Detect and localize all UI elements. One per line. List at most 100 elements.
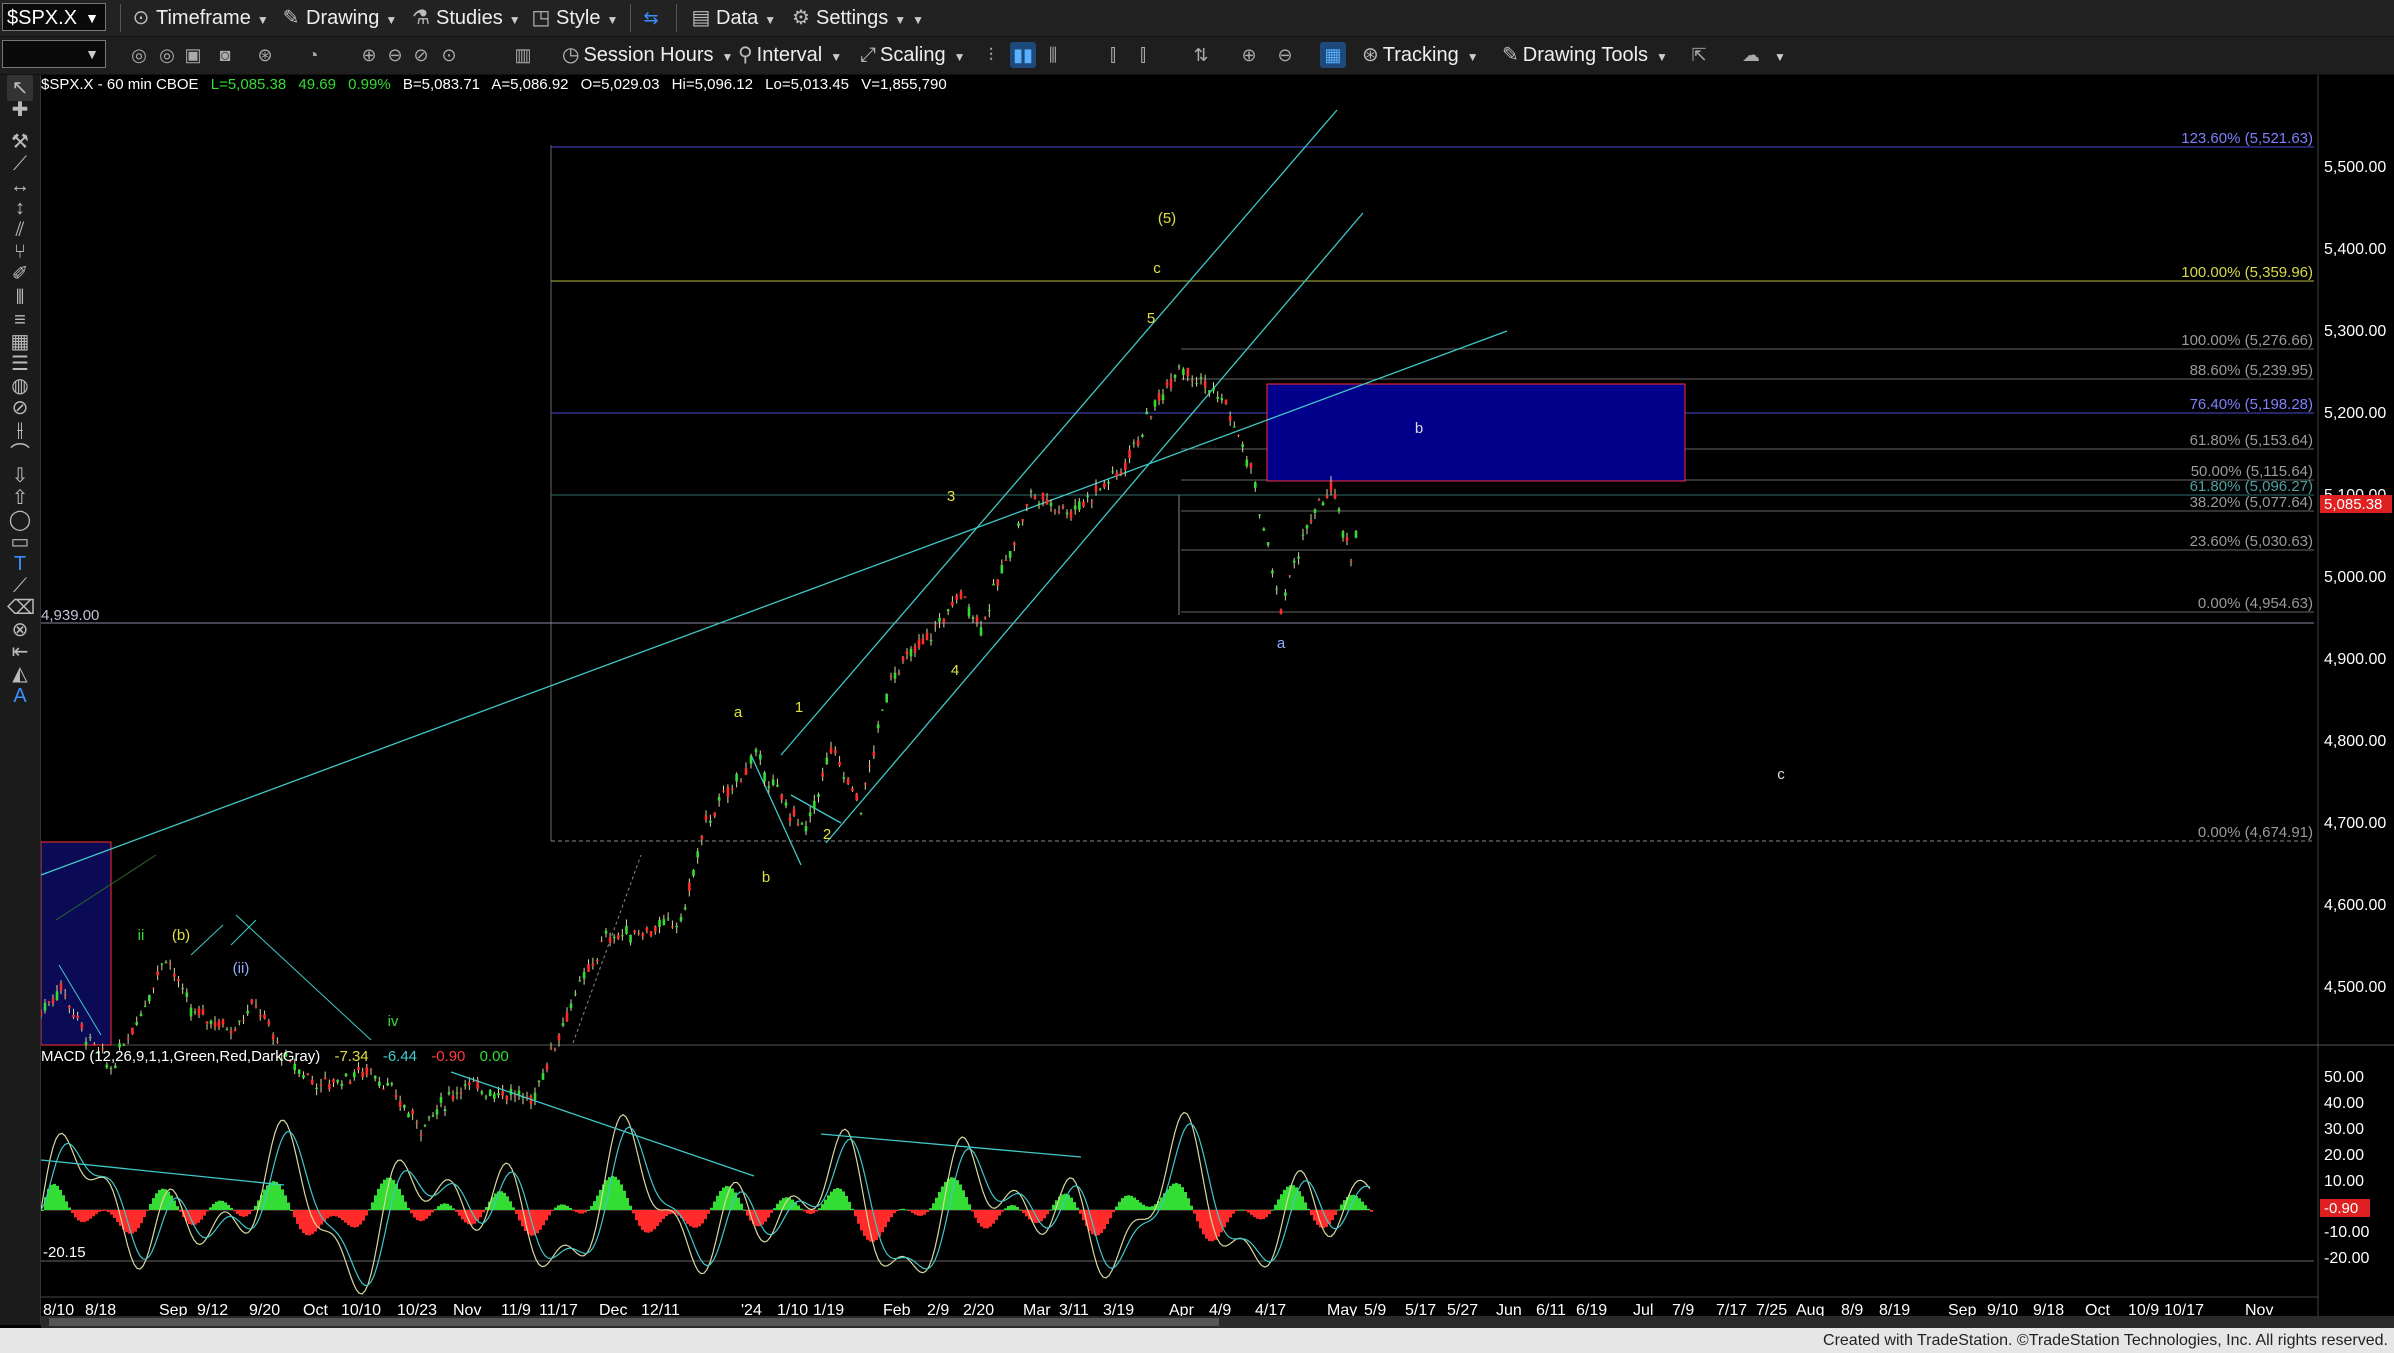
candle-body (407, 1113, 410, 1118)
macd-histogram-bar (1202, 1210, 1205, 1235)
macd-histogram-bar (932, 1203, 935, 1210)
macd-histogram-bar (422, 1210, 425, 1221)
bars-icon[interactable]: ⫿ (1130, 42, 1156, 68)
candle-body (246, 1010, 249, 1014)
candle-body (859, 812, 863, 815)
macd-histogram-bar (1043, 1210, 1046, 1219)
candle-body (1037, 503, 1041, 505)
candlestick-icon[interactable]: ▮▮ (1010, 42, 1036, 68)
layout-icon[interactable]: ⇅ (1188, 42, 1214, 68)
chevron-down-icon[interactable]: ▼ (85, 4, 99, 32)
macd-histogram-bar (1199, 1210, 1202, 1229)
menu-settings[interactable]: ⚙ Settings ▼ ▼ (790, 0, 924, 36)
macd-histogram-bar (1010, 1205, 1013, 1210)
macd-histogram-bar (860, 1210, 863, 1231)
session-hours-menu[interactable]: ◷ Session Hours ▼ (562, 37, 733, 74)
gauge-icon[interactable]: ◔ (300, 42, 326, 68)
price-chart[interactable]: $SPX.X - 60 min CBOE L=5,085.38 49.69 0.… (41, 75, 2394, 1316)
camera-icon[interactable]: ◙ (212, 42, 238, 68)
zoom-icon[interactable]: ⊖ (382, 42, 408, 68)
header-last: L=5,085.38 (211, 76, 287, 93)
symbol-input[interactable]: $SPX.X ▼ (2, 3, 106, 31)
candle-body (513, 1095, 517, 1097)
price-tick: 4,700.00 (2324, 815, 2386, 832)
macd-histogram-bar (83, 1210, 86, 1223)
menu-style[interactable]: ◳ Style ▼ (530, 0, 619, 36)
candle-body (310, 1079, 314, 1085)
macd-histogram-bar (1187, 1198, 1190, 1210)
candle-body (1305, 525, 1309, 529)
macd-histogram-bar (737, 1197, 740, 1210)
wave-label: iv (388, 1013, 399, 1030)
window-icon[interactable]: ▣ (180, 42, 206, 68)
tracking-menu[interactable]: ⊛ Tracking ▼ (1362, 37, 1479, 74)
chevron-down-icon[interactable]: ▼ (1774, 50, 1786, 64)
crosshair-icon[interactable]: ✚ (7, 97, 33, 123)
link-icon[interactable]: ◎ (126, 42, 152, 68)
candle-body (135, 1022, 139, 1025)
chat-icon[interactable]: ☁ (1738, 42, 1764, 68)
wave-label: 2 (823, 826, 831, 843)
macd-histogram-bar (65, 1201, 68, 1210)
scaling-menu[interactable]: ⤢ Scaling ▼ (860, 37, 966, 74)
macd-histogram-bar (149, 1204, 152, 1210)
chevron-down-icon: ▼ (894, 13, 907, 27)
menu-timeframe[interactable]: ⊙ Timeframe ▼ (130, 0, 269, 36)
macd-histogram-bar (647, 1210, 650, 1233)
scrollbar-thumb[interactable] (49, 1318, 1219, 1326)
bars-icon[interactable]: ⫿ (1100, 42, 1126, 68)
candle-body (784, 802, 788, 806)
layout-icon[interactable]: ⇆ (638, 5, 664, 31)
macd-histogram-bar (461, 1210, 464, 1220)
candle-body (51, 998, 55, 1004)
macd-histogram-bar (914, 1210, 917, 1215)
macd-histogram-bar (698, 1210, 701, 1227)
menu-studies-label: Studies (436, 7, 503, 29)
snapshot-icon[interactable]: ▥ (510, 42, 536, 68)
font-icon[interactable]: A (7, 683, 33, 709)
period-select[interactable]: ▼ (2, 40, 106, 68)
macd-histogram-bar (956, 1180, 959, 1210)
macd-histogram-bar (455, 1210, 458, 1212)
pen-icon[interactable]: ✐ (7, 261, 33, 287)
candle-body (254, 1005, 258, 1007)
drawing-tools-menu[interactable]: ✎ Drawing Tools ▼ (1502, 37, 1668, 74)
zoom-icon[interactable]: ⊙ (436, 42, 462, 68)
horizontal-scrollbar[interactable] (41, 1316, 2394, 1328)
time-tick: 9/20 (249, 1302, 280, 1316)
macd-histogram-bar (884, 1210, 887, 1228)
zoom-out-icon[interactable]: ⊖ (1272, 42, 1298, 68)
candle-body (505, 1095, 509, 1101)
candle-body (242, 1019, 245, 1021)
grid-icon[interactable]: ▦ (1320, 42, 1346, 68)
measure-icon[interactable]: ⫲ (7, 417, 33, 443)
menu-drawing[interactable]: ✎ Drawing ▼ (280, 0, 398, 36)
candle-body (675, 925, 679, 928)
macd-histogram-bar (209, 1207, 212, 1210)
zoom-in-icon[interactable]: ⊕ (1236, 42, 1262, 68)
link-icon[interactable]: ◎ (154, 42, 180, 68)
candle-body (608, 937, 612, 943)
candle-body (868, 765, 871, 767)
candle-body (152, 987, 155, 989)
menu-data[interactable]: ▤ Data ▼ (690, 0, 777, 36)
ohlc-icon[interactable]: ⫼ (1040, 42, 1066, 68)
candle-body (443, 1109, 447, 1112)
candle-body (897, 673, 901, 675)
alert-icon[interactable]: ⊛ (252, 42, 278, 68)
interval-menu[interactable]: ⚲ Interval ▼ (738, 37, 842, 74)
left-drawing-toolbar: ↖ ✚ ⚒ ⟋ ↔ ↕ ⫽ ⑂ ✐ ⦀ ≡ ▦ ☰ ◍ ⊘ ⫲ ⌒ ⇩ ⇧ ◯ … (0, 75, 41, 1325)
macd-histogram-bar (203, 1210, 206, 1216)
candle-body (780, 794, 784, 800)
export-icon[interactable]: ⇱ (1686, 42, 1712, 68)
menu-studies[interactable]: ⚗ Studies ▼ (410, 0, 521, 36)
macd-histogram-bar (959, 1184, 962, 1210)
zoom-icon[interactable]: ⊕ (356, 42, 382, 68)
candle-body (263, 1014, 266, 1019)
macd-histogram-bar (290, 1209, 293, 1211)
bar-chart-icon[interactable]: ⫶ (978, 42, 1004, 68)
macd-tick: 20.00 (2324, 1147, 2364, 1164)
candle-body (1149, 415, 1153, 417)
candle-body (979, 627, 983, 636)
zoom-icon[interactable]: ⊘ (408, 42, 434, 68)
